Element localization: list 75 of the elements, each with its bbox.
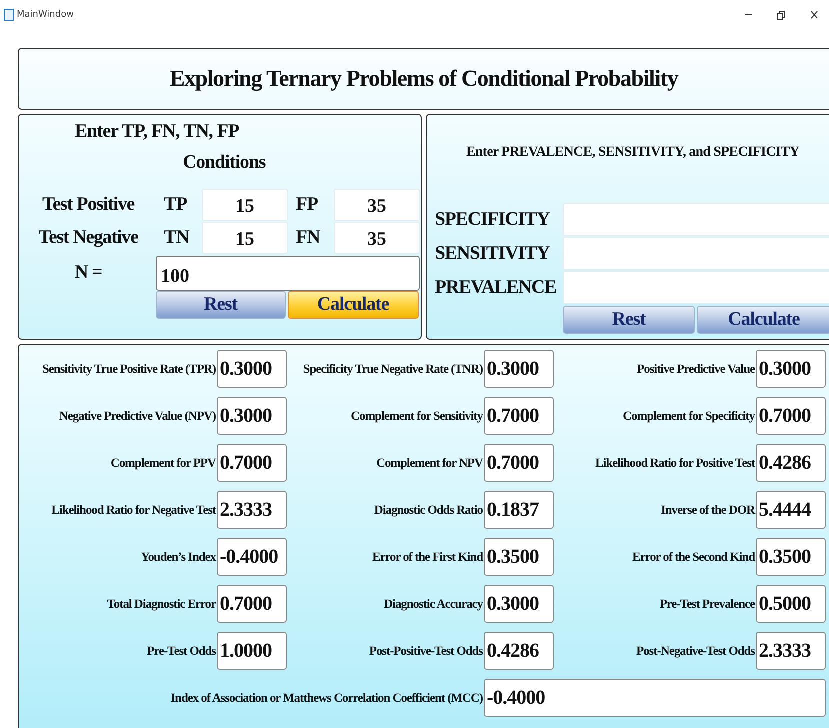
field-label: SPECIFICITY xyxy=(435,208,552,230)
result-label: Specificity True Negative Rate (TNR) xyxy=(302,362,484,376)
n-field[interactable]: 100 xyxy=(156,256,420,291)
result-label: Error of the First Kind xyxy=(372,550,484,564)
result-field: 0.4286 xyxy=(484,632,554,670)
result-label: Complement for Sensitivity xyxy=(350,408,484,424)
result-label: Error of the Second Kind xyxy=(632,550,756,564)
result-label: Complement for PPV xyxy=(110,456,217,470)
result-field: 0.5000 xyxy=(756,585,826,623)
result-field: 0.7000 xyxy=(756,397,826,435)
result-field: -0.4000 xyxy=(484,679,826,717)
restore-icon[interactable] xyxy=(777,10,785,20)
n-label: N = xyxy=(74,262,104,284)
result-field: 0.7000 xyxy=(484,444,554,482)
result-label: Likelihood Ratio for Positive Test xyxy=(594,456,756,470)
result-field: 0.7000 xyxy=(217,585,287,623)
result-field: 0.3000 xyxy=(484,350,554,388)
cell-label: FP xyxy=(295,194,320,216)
result-field: 0.3000 xyxy=(484,585,554,623)
result-label: Likelihood Ratio for Negative Test xyxy=(50,502,217,518)
result-label: Complement for Specificity xyxy=(622,408,756,424)
field-label: PREVALENCE xyxy=(435,276,558,298)
result-label: Diagnostic Accuracy xyxy=(383,596,484,612)
input-field[interactable] xyxy=(563,237,829,270)
cell-label: TP xyxy=(163,194,188,216)
window-title: MainWindow xyxy=(17,10,75,20)
result-label: Pre-Test Prevalence xyxy=(658,596,756,612)
reset-button[interactable]: Rest xyxy=(563,306,695,334)
cell-label: FN xyxy=(295,227,322,249)
result-field: 2.3333 xyxy=(217,491,287,529)
result-label: Sensitivity True Positive Rate (TPR) xyxy=(42,362,217,376)
calculate-button[interactable]: Calculate xyxy=(697,306,829,334)
result-field: 2.3333 xyxy=(756,632,826,670)
count-field[interactable]: 35 xyxy=(334,222,420,254)
app-title: Exploring Ternary Problems of Conditional Probability xyxy=(170,66,678,92)
panel-title: Enter TP, FN, TN, FP xyxy=(75,121,240,142)
result-field: 0.7000 xyxy=(217,444,287,482)
result-field: 0.3500 xyxy=(756,538,826,576)
result-label: Post-Positive-Test Odds xyxy=(368,644,484,658)
result-label: Index of Association or Matthews Correlation Coefficient (MCC) xyxy=(170,690,484,706)
calculate-button[interactable]: Calculate xyxy=(288,291,419,319)
panel-title: Enter PREVALENCE, SENSITIVITY, and SPECIFICITY xyxy=(466,145,800,160)
input-field[interactable] xyxy=(563,203,829,236)
result-label: Negative Predictive Value (NPV) xyxy=(58,408,217,424)
row-label: Test Negative xyxy=(38,227,140,249)
cell-label: TN xyxy=(163,227,190,249)
count-field[interactable]: 15 xyxy=(202,222,288,254)
result-field: -0.4000 xyxy=(217,538,287,576)
minimize-icon[interactable] xyxy=(744,14,752,16)
column-header: Conditions xyxy=(183,152,266,173)
close-icon[interactable] xyxy=(810,11,818,19)
result-label: Youden’s Index xyxy=(140,550,217,564)
count-field[interactable]: 15 xyxy=(202,189,288,221)
row-label: Test Positive xyxy=(41,194,136,216)
result-field: 0.3000 xyxy=(217,350,287,388)
result-field: 1.0000 xyxy=(217,632,287,670)
result-field: 0.4286 xyxy=(756,444,826,482)
result-label: Diagnostic Odds Ratio xyxy=(373,502,484,518)
result-field: 0.3000 xyxy=(217,397,287,435)
result-label: Positive Predictive Value xyxy=(636,362,756,376)
count-field[interactable]: 35 xyxy=(334,189,420,221)
result-field: 0.7000 xyxy=(484,397,554,435)
result-label: Complement for NPV xyxy=(375,456,484,470)
field-label: SENSITIVITY xyxy=(435,242,552,264)
result-label: Total Diagnostic Error xyxy=(106,596,217,612)
result-field: 0.1837 xyxy=(484,491,554,529)
result-field: 0.3000 xyxy=(756,350,826,388)
reset-button[interactable]: Rest xyxy=(156,291,286,319)
window-icon xyxy=(4,9,14,21)
result-field: 0.3500 xyxy=(484,538,554,576)
result-label: Post-Negative-Test Odds xyxy=(636,644,756,658)
result-label: Pre-Test Odds xyxy=(146,644,217,658)
result-field: 5.4444 xyxy=(756,491,826,529)
result-label: Inverse of the DOR xyxy=(660,502,756,518)
input-field[interactable] xyxy=(563,271,829,304)
